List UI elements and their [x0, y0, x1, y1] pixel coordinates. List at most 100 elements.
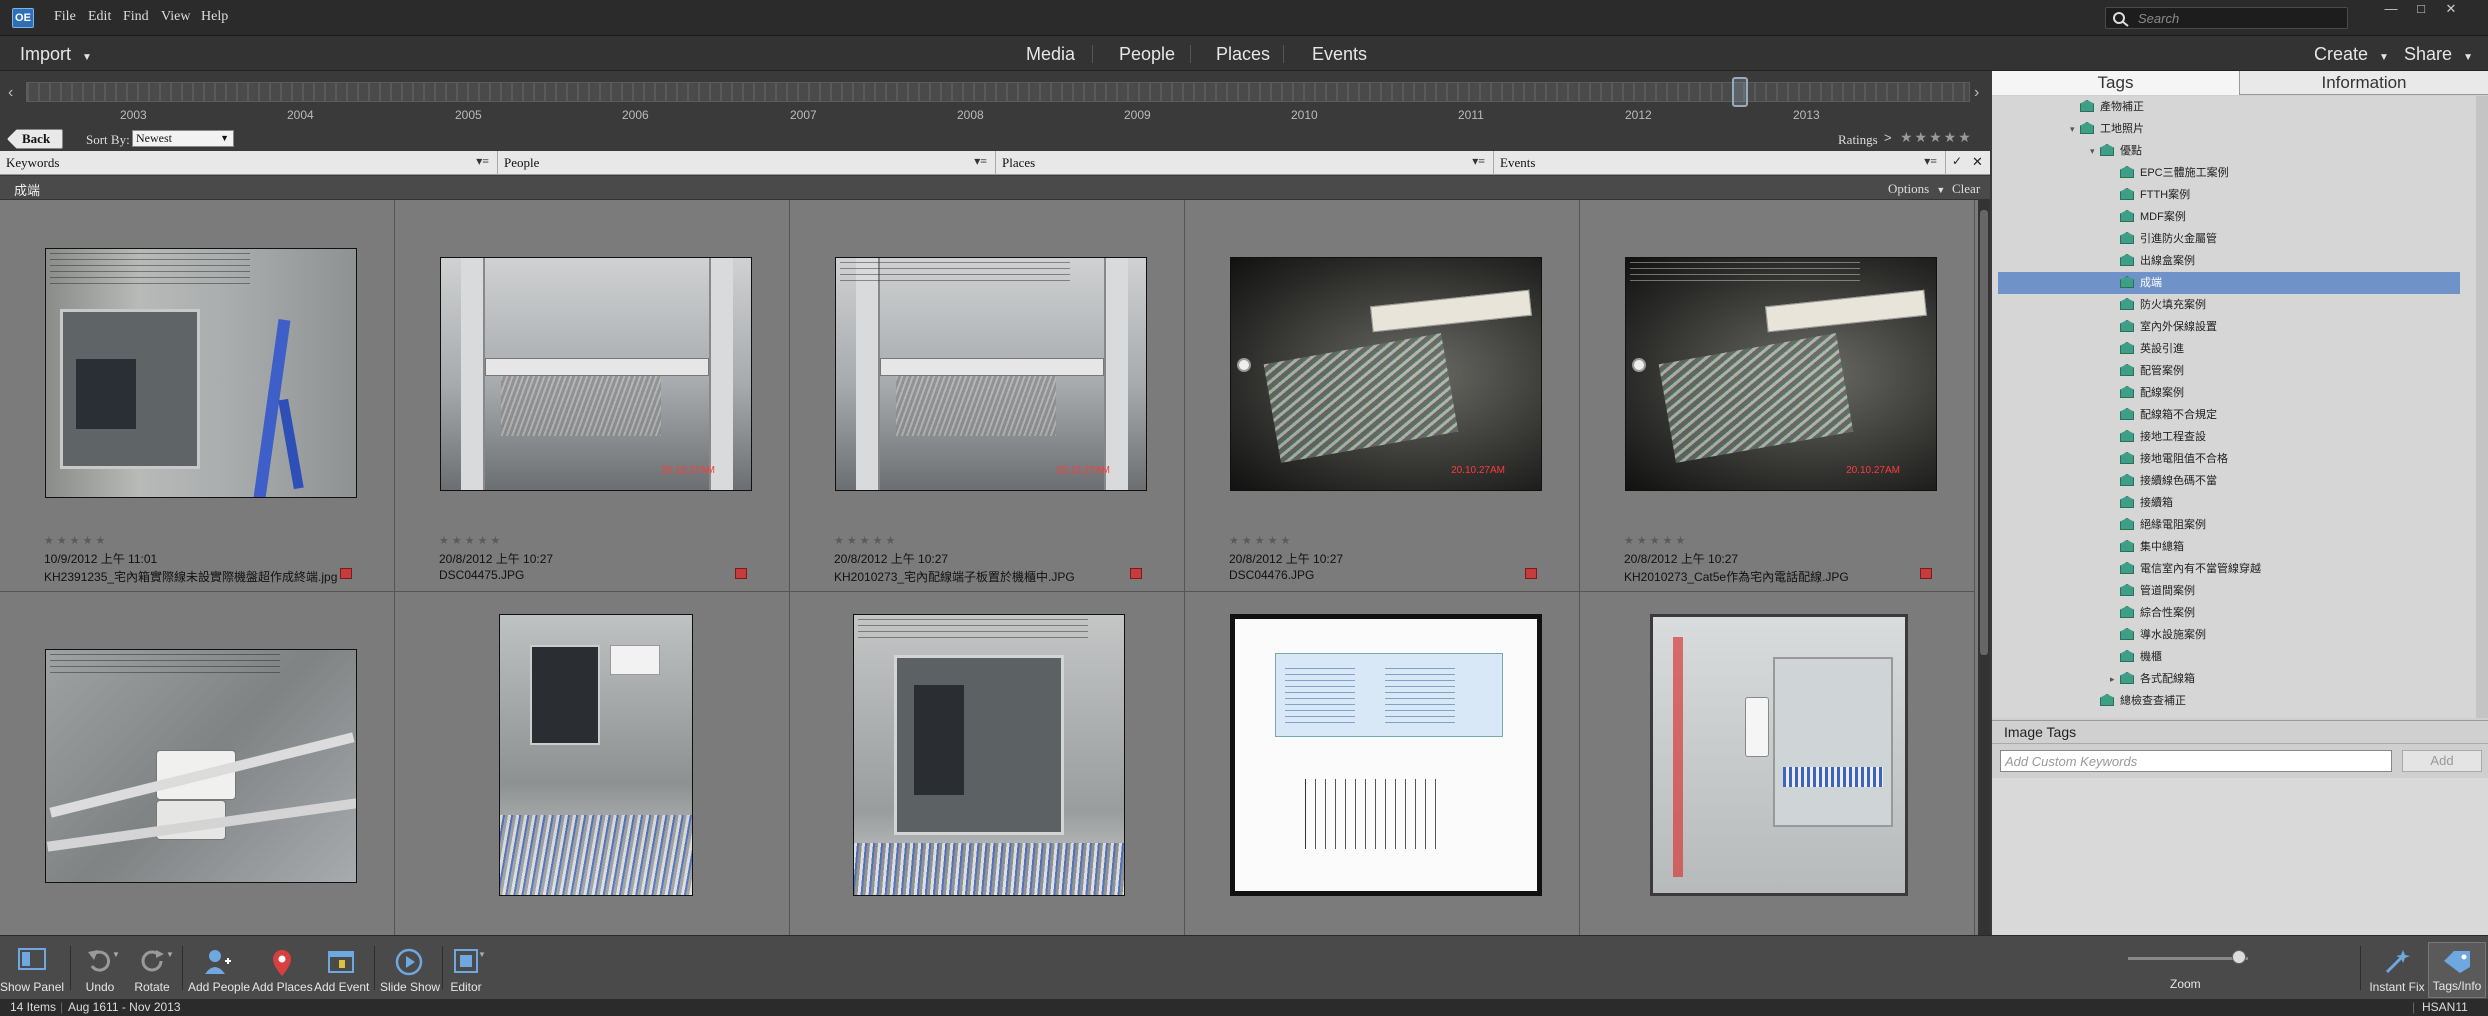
tag-tree-item[interactable]: 接地工程查設: [1992, 426, 2472, 448]
keywords-filter[interactable]: Keywords ▾≡: [0, 151, 498, 175]
tag-tree-item[interactable]: 成端: [1998, 272, 2460, 294]
ratings-filter-stars[interactable]: ★★★★★: [1900, 129, 1973, 146]
menu-edit[interactable]: Edit: [88, 9, 111, 25]
chevron-down-icon[interactable]: ▾: [2070, 118, 2080, 140]
media-tile[interactable]: ★★★★★: [1580, 592, 1975, 935]
media-tile[interactable]: 20.10.27AM ★★★★★ 20/8/2012 上午 10:27 DSC0…: [1185, 200, 1580, 592]
tag-tree-item[interactable]: ▾ 優點: [1992, 140, 2472, 162]
instant-fix-button[interactable]: Instant Fix: [2368, 942, 2426, 998]
sort-select[interactable]: Newest ▼: [132, 130, 234, 147]
timeline-track[interactable]: [26, 82, 1970, 102]
share-button[interactable]: Share ▼: [2404, 44, 2473, 65]
show-panel-button[interactable]: Show Panel: [0, 942, 64, 998]
add-places-button[interactable]: Add Places: [252, 942, 313, 998]
tab-places[interactable]: Places: [1216, 44, 1270, 65]
tag-tree-item[interactable]: 配線案例: [1992, 382, 2472, 404]
rating-stars[interactable]: ★★★★★: [1229, 534, 1293, 547]
filter-menu-icon[interactable]: ▾≡: [1924, 154, 1937, 169]
tag-tree-item[interactable]: 管道間案例: [1992, 580, 2472, 602]
menu-view[interactable]: View: [161, 9, 190, 25]
people-filter[interactable]: People ▾≡: [498, 151, 996, 175]
tags-info-button[interactable]: Tags/Info: [2428, 942, 2486, 998]
chevron-right-icon[interactable]: ▸: [2110, 668, 2120, 690]
chevron-down-icon[interactable]: ▾: [2090, 140, 2100, 162]
grid-scrollbar[interactable]: [1978, 200, 1990, 935]
rating-stars[interactable]: ★★★★★: [1624, 534, 1688, 547]
back-button[interactable]: Back: [7, 129, 63, 149]
add-event-button[interactable]: Add Event: [314, 942, 369, 998]
tag-tree-item[interactable]: FTTH案例: [1992, 184, 2472, 206]
ratings-operator-icon[interactable]: >: [1884, 130, 1892, 145]
search-input[interactable]: Search: [2105, 7, 2348, 29]
tab-media[interactable]: Media: [1026, 44, 1075, 65]
filter-menu-icon[interactable]: ▾≡: [974, 154, 987, 169]
media-tile[interactable]: 20.10.27AM ★★★★★ 20/8/2012 上午 10:27 KH20…: [1580, 200, 1975, 592]
tab-information[interactable]: Information: [2240, 71, 2488, 95]
tag-tree-item[interactable]: MDF案例: [1992, 206, 2472, 228]
zoom-slider-thumb[interactable]: [2232, 950, 2246, 964]
custom-keywords-input[interactable]: Add Custom Keywords: [2000, 750, 2392, 772]
filter-menu-icon[interactable]: ▾≡: [1472, 154, 1485, 169]
import-button[interactable]: Import ▼: [20, 44, 92, 65]
slide-show-button[interactable]: Slide Show: [380, 942, 440, 998]
tag-tree-item[interactable]: 接地電阻值不合格: [1992, 448, 2472, 470]
events-filter[interactable]: Events ▾≡: [1494, 151, 1946, 175]
options-menu[interactable]: Options ▼: [1888, 181, 1945, 197]
scroll-thumb[interactable]: [1980, 210, 1988, 655]
tag-tree-item[interactable]: ▸ 各式配線箱: [1992, 668, 2472, 690]
media-tile[interactable]: 20.10.27AM ★★★★★ 20/8/2012 上午 10:27 DSC0…: [395, 200, 790, 592]
tag-tree-item[interactable]: 出線盒案例: [1992, 250, 2472, 272]
tag-tree-item[interactable]: 配線箱不合規定: [1992, 404, 2472, 426]
timeline-marker[interactable]: [1732, 77, 1748, 107]
photo-thumbnail[interactable]: 20.10.27AM: [440, 257, 752, 491]
media-tile[interactable]: ★★★★★: [395, 592, 790, 935]
tag-tree-item[interactable]: 防火填充案例: [1992, 294, 2472, 316]
close-window-button[interactable]: ✕: [2440, 2, 2462, 16]
tag-tree-item[interactable]: EPC三體施工案例: [1992, 162, 2472, 184]
tag-tree-scrollbar[interactable]: [2476, 96, 2488, 718]
clear-filter-link[interactable]: Clear: [1952, 181, 1980, 197]
timeline-left-arrow-icon[interactable]: ‹: [8, 84, 13, 102]
tag-tree-item[interactable]: 引進防火金屬管: [1992, 228, 2472, 250]
rating-stars[interactable]: ★★★★★: [439, 534, 503, 547]
tag-tree-item[interactable]: 產物補正: [1992, 96, 2472, 118]
menu-help[interactable]: Help: [201, 9, 228, 25]
tag-tree-item[interactable]: 配管案例: [1992, 360, 2472, 382]
tag-tree-item[interactable]: 電信室內有不當管線穿越: [1992, 558, 2472, 580]
media-tile[interactable]: ★★★★★: [0, 592, 395, 935]
close-filters-icon[interactable]: ✕: [1972, 154, 1983, 170]
tag-tree-item[interactable]: 接續箱: [1992, 492, 2472, 514]
media-tile[interactable]: ★★★★★ 10/9/2012 上午 11:01 KH2391235_宅內箱實際…: [0, 200, 395, 592]
timeline[interactable]: ‹ › 2003 2004 2005 2006 2007 2008 2009 2…: [0, 72, 1990, 128]
tag-tree-item[interactable]: 集中總箱: [1992, 536, 2472, 558]
photo-thumbnail[interactable]: [45, 248, 357, 498]
media-tile[interactable]: ★★★★★: [790, 592, 1185, 935]
photo-thumbnail[interactable]: 20.10.27AM: [1625, 257, 1937, 491]
tab-people[interactable]: People: [1119, 44, 1175, 65]
tag-tree-item[interactable]: 絕緣電阻案例: [1992, 514, 2472, 536]
rating-stars[interactable]: ★★★★★: [44, 534, 108, 547]
photo-thumbnail[interactable]: [45, 649, 357, 883]
tab-tags[interactable]: Tags: [1992, 71, 2240, 95]
minimize-button[interactable]: —: [2380, 2, 2402, 16]
chevron-down-icon[interactable]: ▼: [478, 950, 486, 959]
tag-tree-item[interactable]: 總檢查查補正: [1992, 690, 2472, 712]
tag-tree-item[interactable]: 英設引進: [1992, 338, 2472, 360]
maximize-button[interactable]: □: [2410, 2, 2432, 16]
app-logo-icon[interactable]: OE: [12, 8, 34, 28]
filter-menu-icon[interactable]: ▾≡: [476, 154, 489, 169]
chevron-down-icon[interactable]: ▼: [112, 950, 120, 959]
tab-events[interactable]: Events: [1312, 44, 1367, 65]
add-keyword-button[interactable]: Add: [2402, 750, 2482, 772]
timeline-right-arrow-icon[interactable]: ›: [1974, 84, 1979, 102]
add-people-button[interactable]: Add People: [188, 942, 250, 998]
tag-tree-item[interactable]: 機櫃: [1992, 646, 2472, 668]
photo-thumbnail[interactable]: 20.10.27AM: [1230, 257, 1542, 491]
photo-thumbnail[interactable]: [1650, 614, 1908, 896]
zoom-slider[interactable]: [2128, 957, 2248, 960]
media-tile[interactable]: ★★★★★: [1185, 592, 1580, 935]
tag-tree-item[interactable]: ▾ 工地照片: [1992, 118, 2472, 140]
menu-file[interactable]: File: [54, 9, 76, 25]
tag-tree-item[interactable]: 接續線色碼不當: [1992, 470, 2472, 492]
collapse-filters-icon[interactable]: ✓: [1952, 154, 1962, 168]
